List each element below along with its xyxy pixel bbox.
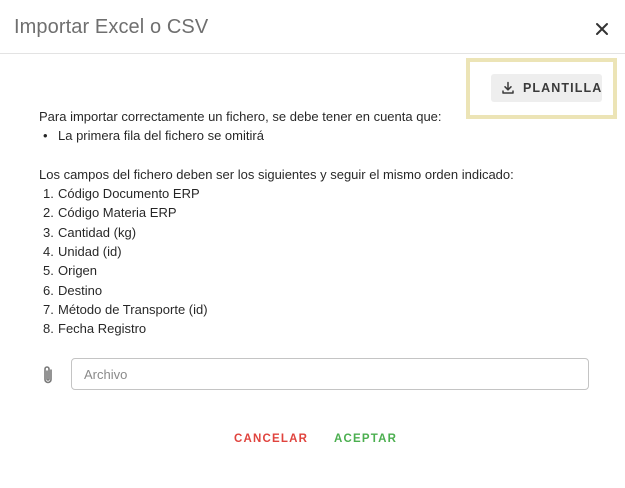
field-item: 1. Código Documento ERP xyxy=(43,186,200,202)
close-icon xyxy=(596,23,608,35)
field-name: Código Documento ERP xyxy=(58,186,200,202)
dialog-title: Importar Excel o CSV xyxy=(14,16,209,38)
field-name: Fecha Registro xyxy=(58,321,147,337)
field-name: Unidad (id) xyxy=(58,244,122,260)
import-dialog: Importar Excel o CSV PLANTILLA Para impo… xyxy=(0,0,625,488)
dialog-header: Importar Excel o CSV xyxy=(0,0,625,54)
download-icon xyxy=(501,81,515,95)
instructions: Para importar correctamente un fichero, … xyxy=(39,107,514,339)
note-text: La primera fila del fichero se omitirá xyxy=(58,128,264,144)
field-item: 5. Origen xyxy=(43,263,98,279)
field-item: 6. Destino xyxy=(43,282,103,298)
field-item: 7. Método de Transporte (id) xyxy=(43,301,208,317)
intro-text: Para importar correctamente un fichero, … xyxy=(39,109,442,124)
field-name: Destino xyxy=(58,282,103,298)
file-input[interactable] xyxy=(71,358,589,390)
paperclip-icon[interactable] xyxy=(39,364,57,386)
field-name: Origen xyxy=(58,263,98,279)
close-button[interactable] xyxy=(590,17,614,41)
field-name: Método de Transporte (id) xyxy=(58,301,208,317)
cancel-button[interactable]: CANCELAR xyxy=(234,433,308,445)
field-item: 2. Código Materia ERP xyxy=(43,205,177,221)
field-name: Cantidad (kg) xyxy=(58,224,137,240)
field-name: Código Materia ERP xyxy=(58,205,177,221)
note-item: • La primera fila del fichero se omitirá xyxy=(39,126,514,145)
field-item: 3. Cantidad (kg) xyxy=(43,224,137,240)
accept-button[interactable]: ACEPTAR xyxy=(334,433,397,445)
bullet: • xyxy=(43,128,48,144)
fields-intro-text: Los campos del fichero deben ser los sig… xyxy=(39,166,514,182)
template-button-label: PLANTILLA xyxy=(523,81,603,95)
template-download-button[interactable]: PLANTILLA xyxy=(491,74,602,102)
dialog-actions: CANCELAR ACEPTAR xyxy=(0,433,625,451)
field-item: 4. Unidad (id) xyxy=(43,244,122,260)
field-item: 8. Fecha Registro xyxy=(43,321,147,337)
